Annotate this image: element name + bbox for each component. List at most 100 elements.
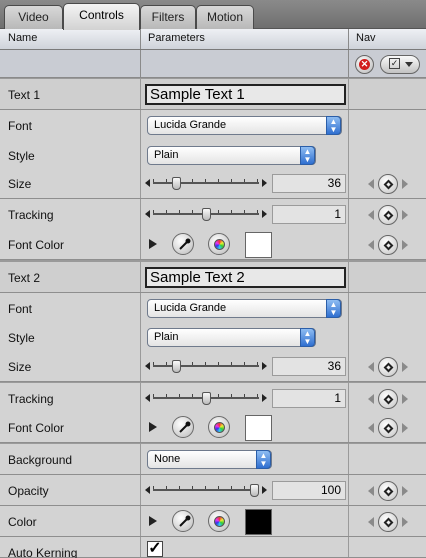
color-swatch[interactable] [245,509,272,535]
next-keyframe-icon[interactable] [402,240,408,250]
slider-thumb[interactable] [172,360,182,373]
style1-popup[interactable]: Plain ▲ ▼ [147,146,316,165]
tab-video[interactable]: Video [4,5,63,29]
text1-text-field[interactable]: Sample Text 1 [145,84,346,105]
slider-decrement-icon[interactable] [145,486,150,494]
slider-track[interactable] [153,489,259,491]
keyframe-diamond-icon[interactable] [378,418,398,438]
column-divider [140,168,141,198]
column-divider [140,351,141,381]
style2-popup[interactable]: Plain ▲ ▼ [147,328,316,347]
size1-slider[interactable] [145,177,267,191]
row-text2: Text 2 Sample Text 2 [0,262,426,293]
slider-increment-icon[interactable] [262,486,267,494]
style2-popup-value: Plain [154,331,179,343]
auto-kerning-checkbox[interactable]: ✓ [147,541,163,557]
tracking2-slider[interactable] [145,392,267,406]
previous-keyframe-icon[interactable] [368,486,374,496]
slider-decrement-icon[interactable] [145,394,150,402]
previous-keyframe-icon[interactable] [368,240,374,250]
previous-keyframe-icon[interactable] [368,394,374,404]
keyframe-diamond-icon[interactable] [378,174,398,194]
size2-slider[interactable] [145,360,267,374]
keyframe-diamond-icon[interactable] [378,389,398,409]
size1-value-field[interactable]: 36 [272,174,346,193]
keyframe-diamond-icon[interactable] [378,357,398,377]
previous-keyframe-icon[interactable] [368,179,374,189]
color-wheel-icon[interactable] [208,510,230,532]
tab-filters[interactable]: Filters [140,5,196,29]
slider-tick [218,210,219,213]
next-keyframe-icon[interactable] [402,210,408,220]
slider-increment-icon[interactable] [262,179,267,187]
slider-tick [231,210,232,213]
keyframe-diamond-icon[interactable] [378,481,398,501]
slider-decrement-icon[interactable] [145,362,150,370]
slider-decrement-icon[interactable] [145,210,150,218]
color-wheel-icon[interactable] [208,233,230,255]
slider-thumb[interactable] [172,177,182,190]
size2-value-field[interactable]: 36 [272,357,346,376]
column-divider [140,110,141,140]
text2-text-field[interactable]: Sample Text 2 [145,267,346,288]
next-keyframe-icon[interactable] [402,486,408,496]
tab-motion[interactable]: Motion [196,5,254,29]
previous-keyframe-icon[interactable] [368,362,374,372]
slider-tick [231,394,232,397]
column-divider [348,110,349,140]
eyedropper-icon[interactable] [172,233,194,255]
column-divider [348,168,349,198]
keyframe-diamond-icon[interactable] [378,235,398,255]
slider-track[interactable] [153,365,259,367]
next-keyframe-icon[interactable] [402,179,408,189]
previous-keyframe-icon[interactable] [368,423,374,433]
slider-track[interactable] [153,182,259,184]
keyframe-diamond-icon[interactable] [378,205,398,225]
fontcolor2-swatch[interactable] [245,415,272,441]
font2-label: Font [8,302,33,316]
slider-decrement-icon[interactable] [145,179,150,187]
slider-increment-icon[interactable] [262,394,267,402]
tracking1-value-field[interactable]: 1 [272,205,346,224]
chevron-updown-icon: ▲ ▼ [256,450,271,469]
eyedropper-icon[interactable] [172,416,194,438]
tab-controls[interactable]: Controls [63,3,140,30]
checkmark-menu-icon[interactable]: ✓ [380,55,420,74]
slider-tick [166,362,167,365]
row-font1: Font Lucida Grande ▲ ▼ [0,110,426,141]
keyframe-nav [368,174,408,194]
font1-popup[interactable]: Lucida Grande ▲ ▼ [147,116,342,135]
eyedropper-icon[interactable] [172,510,194,532]
color-wheel-icon[interactable] [208,416,230,438]
slider-tick [257,362,258,365]
column-divider [348,322,349,352]
slider-tick [244,486,245,489]
slider-thumb[interactable] [201,208,211,221]
next-keyframe-icon[interactable] [402,362,408,372]
font2-popup[interactable]: Lucida Grande ▲ ▼ [147,299,342,318]
previous-keyframe-icon[interactable] [368,210,374,220]
text1-label: Text 1 [8,88,41,102]
next-keyframe-icon[interactable] [402,517,408,527]
opacity-value-field[interactable]: 100 [272,481,346,500]
disclosure-triangle-icon[interactable] [149,422,157,432]
next-keyframe-icon[interactable] [402,394,408,404]
keyframe-diamond-icon[interactable] [378,512,398,532]
reset-x-icon[interactable]: ✕ [355,55,374,74]
slider-increment-icon[interactable] [262,210,267,218]
column-divider[interactable] [140,29,141,49]
tracking2-value-field[interactable]: 1 [272,389,346,408]
disclosure-triangle-icon[interactable] [149,516,157,526]
slider-thumb[interactable] [201,392,211,405]
tracking1-slider[interactable] [145,208,267,222]
background-popup[interactable]: None ▲ ▼ [147,450,272,469]
slider-increment-icon[interactable] [262,362,267,370]
slider-thumb[interactable] [250,484,259,497]
previous-keyframe-icon[interactable] [368,517,374,527]
opacity-slider[interactable] [145,484,267,498]
next-keyframe-icon[interactable] [402,423,408,433]
disclosure-triangle-icon[interactable] [149,239,157,249]
column-divider [140,140,141,170]
column-divider[interactable] [348,29,349,49]
fontcolor1-swatch[interactable] [245,232,272,258]
